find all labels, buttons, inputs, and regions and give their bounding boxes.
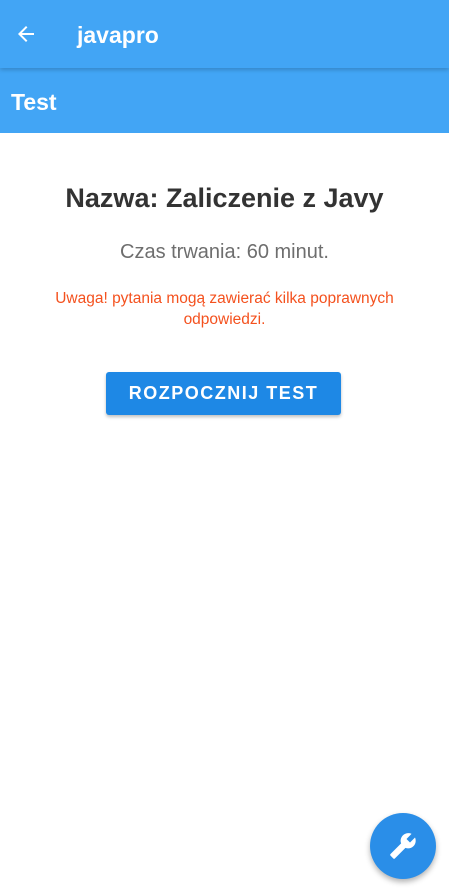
app-title: javapro bbox=[77, 22, 159, 48]
back-button[interactable] bbox=[4, 10, 48, 58]
sub-header: Test bbox=[0, 68, 449, 133]
test-name: Nazwa: Zaliczenie z Javy bbox=[65, 183, 384, 213]
sub-header-title: Test bbox=[11, 89, 57, 115]
settings-fab[interactable] bbox=[370, 813, 436, 879]
test-duration: Czas trwania: 60 minut. bbox=[120, 241, 329, 263]
start-test-button[interactable]: ROZPOCZNIJ TEST bbox=[106, 372, 341, 415]
test-warning: Uwaga! pytania mogą zawierać kilka popra… bbox=[55, 290, 394, 328]
arrow-back-icon bbox=[18, 26, 34, 42]
wrench-icon bbox=[390, 833, 416, 859]
app-bar: javapro bbox=[0, 0, 449, 68]
